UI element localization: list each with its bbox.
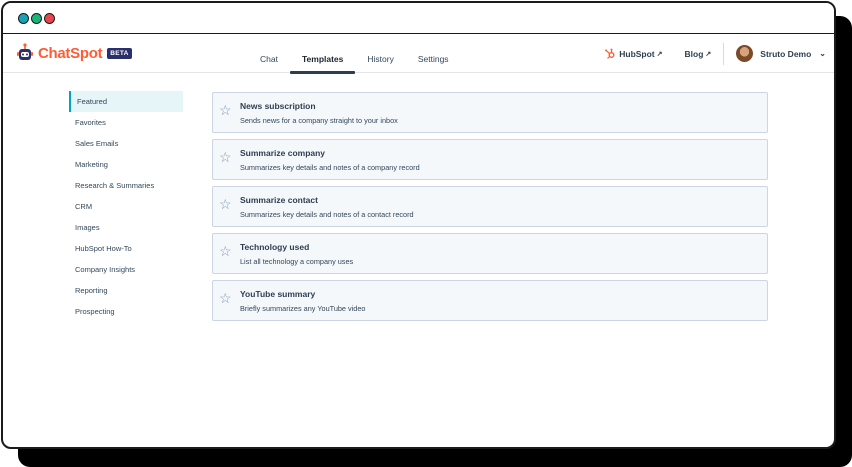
main-tabs: Chat Templates History Settings [248, 34, 461, 74]
blog-link-label: Blog [684, 48, 704, 59]
sidebar-item-sales-emails[interactable]: Sales Emails [69, 133, 183, 154]
sidebar-item-images[interactable]: Images [69, 217, 183, 238]
template-description: List all technology a company uses [240, 257, 354, 266]
beta-badge: BETA [107, 47, 132, 59]
template-description: Summarizes key details and notes of a co… [240, 210, 414, 219]
template-description: Summarizes key details and notes of a co… [240, 163, 420, 172]
sidebar-item-prospecting[interactable]: Prospecting [69, 301, 183, 322]
template-card[interactable]: ☆ YouTube summary Briefly summarizes any… [212, 280, 768, 321]
app-name: ChatSpot [38, 44, 103, 62]
template-title: News subscription [240, 101, 316, 111]
tab-templates[interactable]: Templates [289, 34, 356, 74]
window-dot-blue[interactable] [18, 13, 29, 24]
template-card[interactable]: ☆ Technology used List all technology a … [212, 233, 768, 274]
browser-window: ChatSpot BETA Chat Templates History Set… [1, 1, 836, 449]
user-menu[interactable]: Struto Demo ⌄ [736, 45, 826, 62]
category-sidebar: Featured Favorites Sales Emails Marketin… [69, 91, 183, 322]
star-icon[interactable]: ☆ [219, 244, 232, 258]
window-dot-green[interactable] [31, 13, 42, 24]
tab-chat[interactable]: Chat [248, 34, 290, 73]
sidebar-item-crm[interactable]: CRM [69, 196, 183, 217]
template-title: Technology used [240, 242, 310, 252]
external-link-icon: ↗ [656, 50, 663, 58]
sidebar-item-company-insights[interactable]: Company Insights [69, 259, 183, 280]
star-icon[interactable]: ☆ [219, 291, 232, 305]
template-card[interactable]: ☆ Summarize contact Summarizes key detai… [212, 186, 768, 227]
sidebar-item-marketing[interactable]: Marketing [69, 154, 183, 175]
star-icon[interactable]: ☆ [219, 197, 232, 211]
blog-link[interactable]: Blog ↗ [685, 49, 712, 59]
tab-settings[interactable]: Settings [406, 34, 461, 73]
window-dot-red[interactable] [44, 13, 55, 24]
chatspot-logo[interactable]: ChatSpot BETA [15, 43, 132, 63]
template-description: Sends news for a company straight to you… [240, 116, 398, 125]
nav-divider [723, 42, 725, 65]
sidebar-item-hubspot-how-to[interactable]: HubSpot How-To [69, 238, 183, 259]
star-icon[interactable]: ☆ [219, 103, 232, 117]
sidebar-item-featured[interactable]: Featured [69, 91, 183, 112]
robot-logo-icon [17, 43, 33, 60]
tab-history[interactable]: History [355, 34, 405, 73]
hubspot-sprocket-icon [605, 48, 615, 59]
template-title: Summarize company [240, 148, 326, 158]
template-list: ☆ News subscription Sends news for a com… [212, 92, 768, 327]
chevron-down-icon: ⌄ [819, 49, 826, 58]
hubspot-link-label: HubSpot [619, 48, 655, 59]
sidebar-item-research-summaries[interactable]: Research & Summaries [69, 175, 183, 196]
right-nav: HubSpot ↗ Blog ↗ Struto Demo ⌄ [604, 34, 826, 73]
hubspot-link[interactable]: HubSpot ↗ [604, 48, 663, 60]
sidebar-item-favorites[interactable]: Favorites [69, 112, 183, 133]
star-icon[interactable]: ☆ [219, 150, 232, 164]
sidebar-item-reporting[interactable]: Reporting [69, 280, 183, 301]
avatar [736, 45, 754, 62]
template-description: Briefly summarizes any YouTube video [240, 304, 366, 313]
template-title: YouTube summary [240, 289, 316, 299]
template-card[interactable]: ☆ News subscription Sends news for a com… [212, 92, 768, 133]
external-link-icon: ↗ [705, 50, 712, 58]
template-card[interactable]: ☆ Summarize company Summarizes key detai… [212, 139, 768, 180]
template-title: Summarize contact [240, 195, 318, 205]
title-bar [3, 3, 834, 34]
app-header: ChatSpot BETA Chat Templates History Set… [3, 34, 834, 74]
user-name: Struto Demo [760, 48, 812, 59]
